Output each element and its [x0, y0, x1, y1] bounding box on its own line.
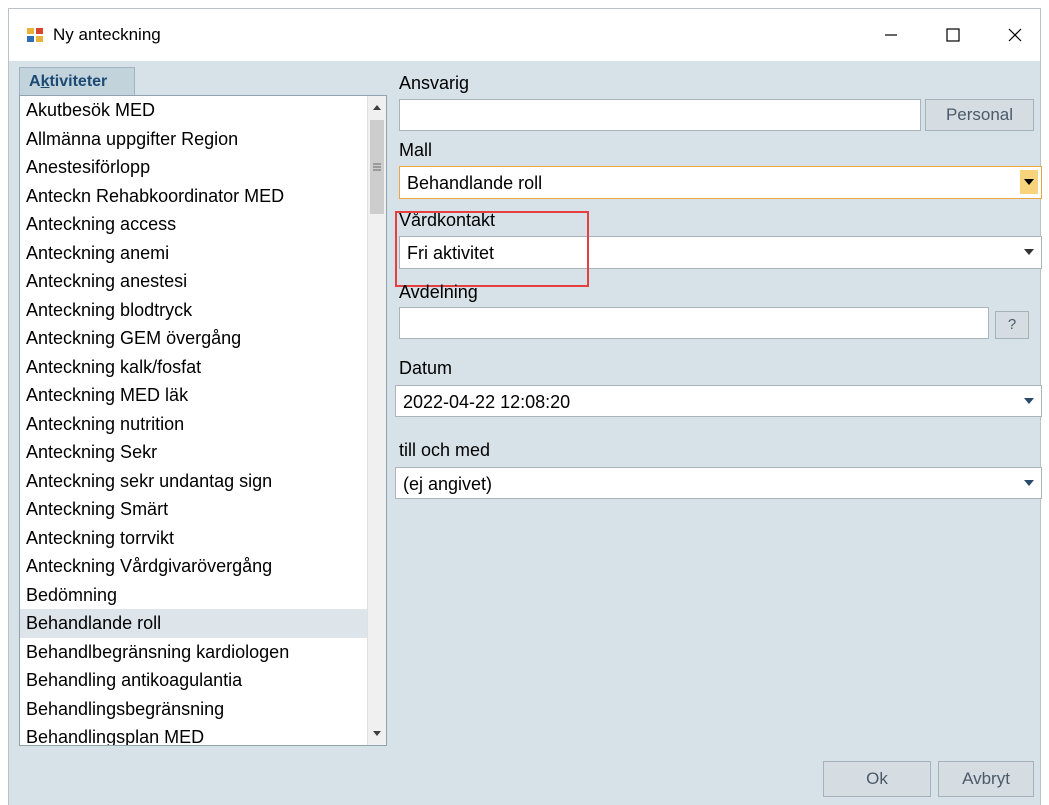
title-bar: Ny anteckning: [9, 9, 1040, 61]
till-och-med-label: till och med: [399, 440, 491, 460]
maximize-icon: [946, 28, 960, 42]
ansvarig-field[interactable]: [399, 99, 921, 131]
datum-label: Datum: [399, 358, 453, 378]
tab-label-a: A: [29, 73, 41, 90]
list-item[interactable]: Anteckning anestesi: [20, 267, 368, 296]
datum-dropdown[interactable]: 2022-04-22 12:08:20: [395, 385, 1042, 417]
vardkontakt-dropdown-arrow[interactable]: [1020, 240, 1038, 264]
list-item[interactable]: Anteckning access: [20, 210, 368, 239]
list-item[interactable]: Behandlingsplan MED: [20, 723, 368, 745]
ok-button[interactable]: Ok: [823, 761, 931, 797]
list-item[interactable]: Anteckning kalk/fosfat: [20, 353, 368, 382]
list-item[interactable]: Anteckn Rehabkoordinator MED: [20, 182, 368, 211]
close-button[interactable]: [989, 9, 1041, 61]
maximize-button[interactable]: [927, 9, 979, 61]
list-item[interactable]: Anteckning blodtryck: [20, 296, 368, 325]
avdelning-help-button[interactable]: ?: [995, 311, 1029, 339]
mall-label: Mall: [399, 140, 433, 160]
list-item[interactable]: Bedömning: [20, 581, 368, 610]
mall-value: Behandlande roll: [407, 173, 543, 193]
chevron-down-icon: [1024, 179, 1034, 185]
chevron-down-icon: [1024, 249, 1034, 255]
datum-dropdown-arrow[interactable]: [1020, 389, 1038, 413]
list-item[interactable]: Behandlande roll: [20, 609, 368, 638]
chevron-down-icon: [1024, 480, 1034, 486]
list-item[interactable]: Akutbesök MED: [20, 96, 368, 125]
scroll-thumb[interactable]: [370, 120, 384, 214]
list-item[interactable]: Allmänna uppgifter Region: [20, 125, 368, 154]
avdelning-field[interactable]: [399, 307, 989, 339]
cancel-button[interactable]: Avbryt: [938, 761, 1034, 797]
list-item[interactable]: Anteckning Sekr: [20, 438, 368, 467]
list-item[interactable]: Anteckning MED läk: [20, 381, 368, 410]
list-item[interactable]: Anteckning GEM övergång: [20, 324, 368, 353]
list-item[interactable]: Anestesiförlopp: [20, 153, 368, 182]
arrow-down-icon: [373, 731, 381, 736]
list-item[interactable]: Anteckning torrvikt: [20, 524, 368, 553]
tab-label-rest: tiviteter: [49, 73, 108, 90]
ansvarig-label: Ansvarig: [399, 73, 470, 93]
arrow-up-icon: [373, 105, 381, 110]
till-och-med-dropdown[interactable]: (ej angivet): [395, 467, 1042, 499]
highlight-box: [395, 211, 589, 287]
dialog-window: Ny anteckning Aktiviteter Akutbesök MED A…: [8, 8, 1042, 805]
tab-aktiviteter[interactable]: Aktiviteter: [19, 67, 135, 95]
list-item[interactable]: Behandling antikoagulantia: [20, 666, 368, 695]
personal-button[interactable]: Personal: [925, 99, 1034, 131]
mall-dropdown-arrow[interactable]: [1020, 170, 1038, 194]
avdelning-label: Avdelning: [399, 282, 478, 302]
scroll-down-button[interactable]: [368, 725, 386, 743]
till-och-med-value: (ej angivet): [403, 474, 493, 494]
close-icon: [1008, 28, 1022, 42]
list-item[interactable]: Anteckning Smärt: [20, 495, 368, 524]
window-title: Ny anteckning: [53, 25, 161, 44]
minimize-button[interactable]: [865, 9, 917, 61]
scroll-up-button[interactable]: [368, 98, 386, 116]
list-item[interactable]: Behandlingsbegränsning: [20, 695, 368, 724]
datum-value: 2022-04-22 12:08:20: [403, 392, 571, 412]
minimize-icon: [885, 34, 897, 36]
list-item[interactable]: Anteckning sekr undantag sign: [20, 467, 368, 496]
till-och-med-dropdown-arrow[interactable]: [1020, 471, 1038, 495]
list-item[interactable]: Anteckning Vårdgivarövergång: [20, 552, 368, 581]
grip-icon: [373, 163, 381, 171]
activity-list[interactable]: Akutbesök MED Allmänna uppgifter Region An…: [19, 95, 387, 746]
list-item[interactable]: Behandlbegränsning kardiologen: [20, 638, 368, 667]
list-item[interactable]: Anteckning nutrition: [20, 410, 368, 439]
chevron-down-icon: [1024, 398, 1034, 404]
app-icon: [26, 27, 44, 43]
mall-dropdown[interactable]: Behandlande roll: [399, 166, 1042, 199]
activity-items: Akutbesök MED Allmänna uppgifter Region An…: [20, 96, 368, 745]
list-scrollbar[interactable]: [367, 96, 386, 745]
list-item[interactable]: Anteckning anemi: [20, 239, 368, 268]
